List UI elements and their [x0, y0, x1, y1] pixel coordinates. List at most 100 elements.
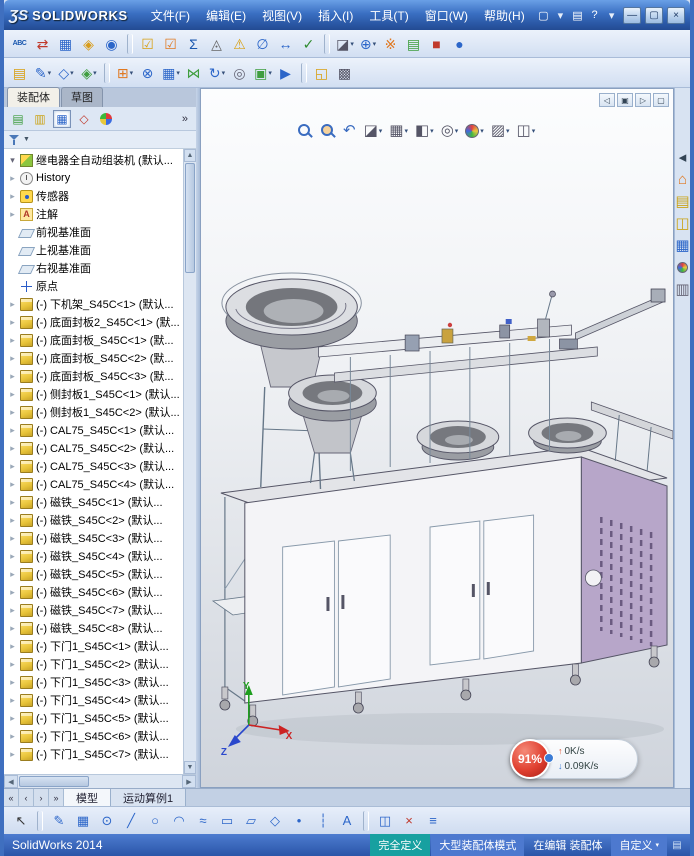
cabinet-door-1[interactable]	[282, 540, 335, 696]
tree-expand-arrow[interactable]	[8, 335, 17, 346]
tree-vertical-scrollbar[interactable]: ▲ ▼	[183, 149, 196, 774]
polygon-tool[interactable]: ◇	[264, 810, 286, 832]
ellipse-tool[interactable]: ○	[144, 810, 166, 832]
circle-tool[interactable]: ⊙	[96, 810, 118, 832]
tree-expand-arrow[interactable]	[8, 623, 17, 634]
hide-show-items[interactable]: ◎ ▾	[441, 123, 459, 138]
tree-item[interactable]: (-) 磁铁_S45C<1> (默认...	[4, 493, 183, 511]
dimension-check[interactable]: ↔	[275, 33, 297, 55]
zoom-to-area[interactable]	[320, 123, 336, 138]
scroll-thumb-horizontal[interactable]	[19, 776, 89, 787]
tree-expand-arrow[interactable]	[8, 191, 17, 202]
arc-tool[interactable]: ◠	[168, 810, 190, 832]
tree-expand-arrow[interactable]	[8, 425, 17, 436]
exploded-view[interactable]: ※	[380, 33, 402, 55]
custom-properties[interactable]: ▥	[675, 282, 689, 297]
mirror-entities[interactable]: ◫	[374, 810, 396, 832]
large-assembly-mode[interactable]: ▩	[334, 62, 356, 84]
tree-expand-arrow[interactable]	[8, 677, 17, 688]
convert-entities[interactable]: ≡	[422, 810, 444, 832]
verification[interactable]: ☑	[160, 33, 182, 55]
mate[interactable]: ⊗	[137, 62, 159, 84]
tree-expand-arrow[interactable]	[8, 353, 17, 364]
spline-tool[interactable]: ≈	[192, 810, 214, 832]
view-settings[interactable]: ◫ ▾	[517, 123, 536, 138]
cabinet-door-4[interactable]	[483, 514, 535, 660]
tree-expand-arrow[interactable]	[8, 605, 17, 616]
appearances[interactable]: ●	[449, 33, 471, 55]
assembly-visualization[interactable]: ▤	[403, 33, 425, 55]
tree-item-root-assembly[interactable]: 继电器全自动组装机 (默认...	[4, 151, 183, 169]
tree-item[interactable]: (-) 下机架_S45C<1> (默认...	[4, 295, 183, 313]
centerline-tool[interactable]: ┆	[312, 810, 334, 832]
tree-expand-arrow[interactable]	[8, 695, 17, 706]
scroll-tabs-last[interactable]: »	[49, 789, 64, 806]
scroll-track-horizontal[interactable]	[90, 775, 182, 788]
scroll-up-arrow[interactable]: ▲	[184, 149, 196, 162]
tree-item[interactable]: (-) 磁铁_S45C<8> (默认...	[4, 619, 183, 637]
status-options-icon[interactable]: ▤	[668, 834, 686, 856]
tree-expand-arrow[interactable]	[8, 497, 17, 508]
featuremanager-tree-tab[interactable]: ▤	[9, 110, 27, 128]
tree-expand-arrow[interactable]	[8, 461, 17, 472]
new-document[interactable]: ▢	[536, 6, 551, 24]
cabinet-door-2[interactable]	[337, 534, 391, 688]
reference-geometry[interactable]: ◈ ▾	[78, 62, 100, 84]
tree-item[interactable]: (-) 底面封板2_S45C<1> (默...	[4, 313, 183, 331]
menu-view[interactable]: 视图(V)	[255, 3, 309, 28]
tree-expand-arrow[interactable]	[8, 569, 17, 580]
record-macro[interactable]: ■	[426, 33, 448, 55]
tree-item[interactable]: (-) 下门1_S45C<1> (默认...	[4, 637, 183, 655]
assembly-features[interactable]: ▣ ▾	[252, 62, 274, 84]
smart-dimension[interactable]: ◇ ▾	[55, 62, 77, 84]
slot-tool[interactable]: ▱	[240, 810, 262, 832]
import-diagnostics[interactable]: ◈	[78, 33, 100, 55]
view-orientation[interactable]: ▦ ▾	[389, 123, 408, 138]
apply-scene[interactable]: ▨ ▾	[491, 123, 510, 138]
scroll-track[interactable]	[184, 274, 196, 761]
scroll-left-arrow[interactable]: ◀	[4, 775, 18, 788]
tab-motion-study-1[interactable]: 运动算例1	[111, 789, 187, 806]
edit-appearance[interactable]: ▾	[465, 123, 484, 138]
minimize-button[interactable]: —	[623, 6, 642, 24]
status-custom-dropdown[interactable]: 自定义 ▾	[611, 834, 667, 856]
scroll-right-arrow[interactable]: ▶	[182, 775, 196, 788]
tree-item[interactable]: (-) 磁铁_S45C<6> (默认...	[4, 583, 183, 601]
tree-expand-arrow[interactable]	[8, 713, 17, 724]
tab-assembly[interactable]: 装配体	[7, 87, 60, 107]
previous-view[interactable]: ↶	[343, 123, 357, 138]
tree-item-annotations[interactable]: 注解	[4, 205, 183, 223]
tree-item-top-plane[interactable]: 上视基准面	[4, 241, 183, 259]
zoom-to-fit[interactable]	[297, 123, 313, 138]
point-tool[interactable]: •	[288, 810, 310, 832]
rectangle-tool[interactable]: ▭	[216, 810, 238, 832]
mass-properties[interactable]: ◬	[206, 33, 228, 55]
help-dropdown[interactable]: ▾	[604, 6, 619, 24]
tree-item[interactable]: (-) 磁铁_S45C<2> (默认...	[4, 511, 183, 529]
tree-item[interactable]: (-) 下门1_S45C<5> (默认...	[4, 709, 183, 727]
tree-item[interactable]: (-) CAL75_S45C<3> (默认...	[4, 457, 183, 475]
tree-item[interactable]: (-) 下门1_S45C<7> (默认...	[4, 745, 183, 763]
tree-item[interactable]: (-) 下门1_S45C<2> (默认...	[4, 655, 183, 673]
tree-item[interactable]: (-) 侧封板1_S45C<2> (默认...	[4, 403, 183, 421]
tree-item-right-plane[interactable]: 右视基准面	[4, 259, 183, 277]
tree-expand-arrow[interactable]	[8, 533, 17, 544]
menu-window[interactable]: 窗口(W)	[418, 3, 475, 28]
file-properties[interactable]: ▤	[570, 6, 585, 24]
tree-item[interactable]: (-) 底面封板_S45C<3> (默...	[4, 367, 183, 385]
scroll-tabs-prev[interactable]: ‹	[19, 789, 34, 806]
tree-expand-arrow[interactable]	[8, 641, 17, 652]
tree-item[interactable]: (-) CAL75_S45C<2> (默认...	[4, 439, 183, 457]
tree-expand-arrow[interactable]	[8, 173, 17, 184]
tree-item-history[interactable]: History	[4, 169, 183, 187]
maximize-button[interactable]: ▢	[645, 6, 664, 24]
viewport-previous-window[interactable]: ◁	[599, 93, 615, 107]
tree-item[interactable]: (-) 磁铁_S45C<4> (默认...	[4, 547, 183, 565]
tree-item[interactable]: (-) CAL75_S45C<1> (默认...	[4, 421, 183, 439]
tree-item[interactable]: (-) 磁铁_S45C<5> (默认...	[4, 565, 183, 583]
performance-evaluation[interactable]: ✓	[298, 33, 320, 55]
view-palette[interactable]: ▦	[675, 238, 689, 253]
collapse-task-pane[interactable]: ◂	[676, 150, 690, 165]
3d-viewport[interactable]: Y X Z ↶ ◪ ▾ ▦ ▾ ◧ ▾ ◎ ▾ ▾ ▨ ▾ ◫ ▾ ◁ ▣ ▷ …	[200, 88, 674, 788]
help[interactable]: ?	[587, 6, 602, 24]
